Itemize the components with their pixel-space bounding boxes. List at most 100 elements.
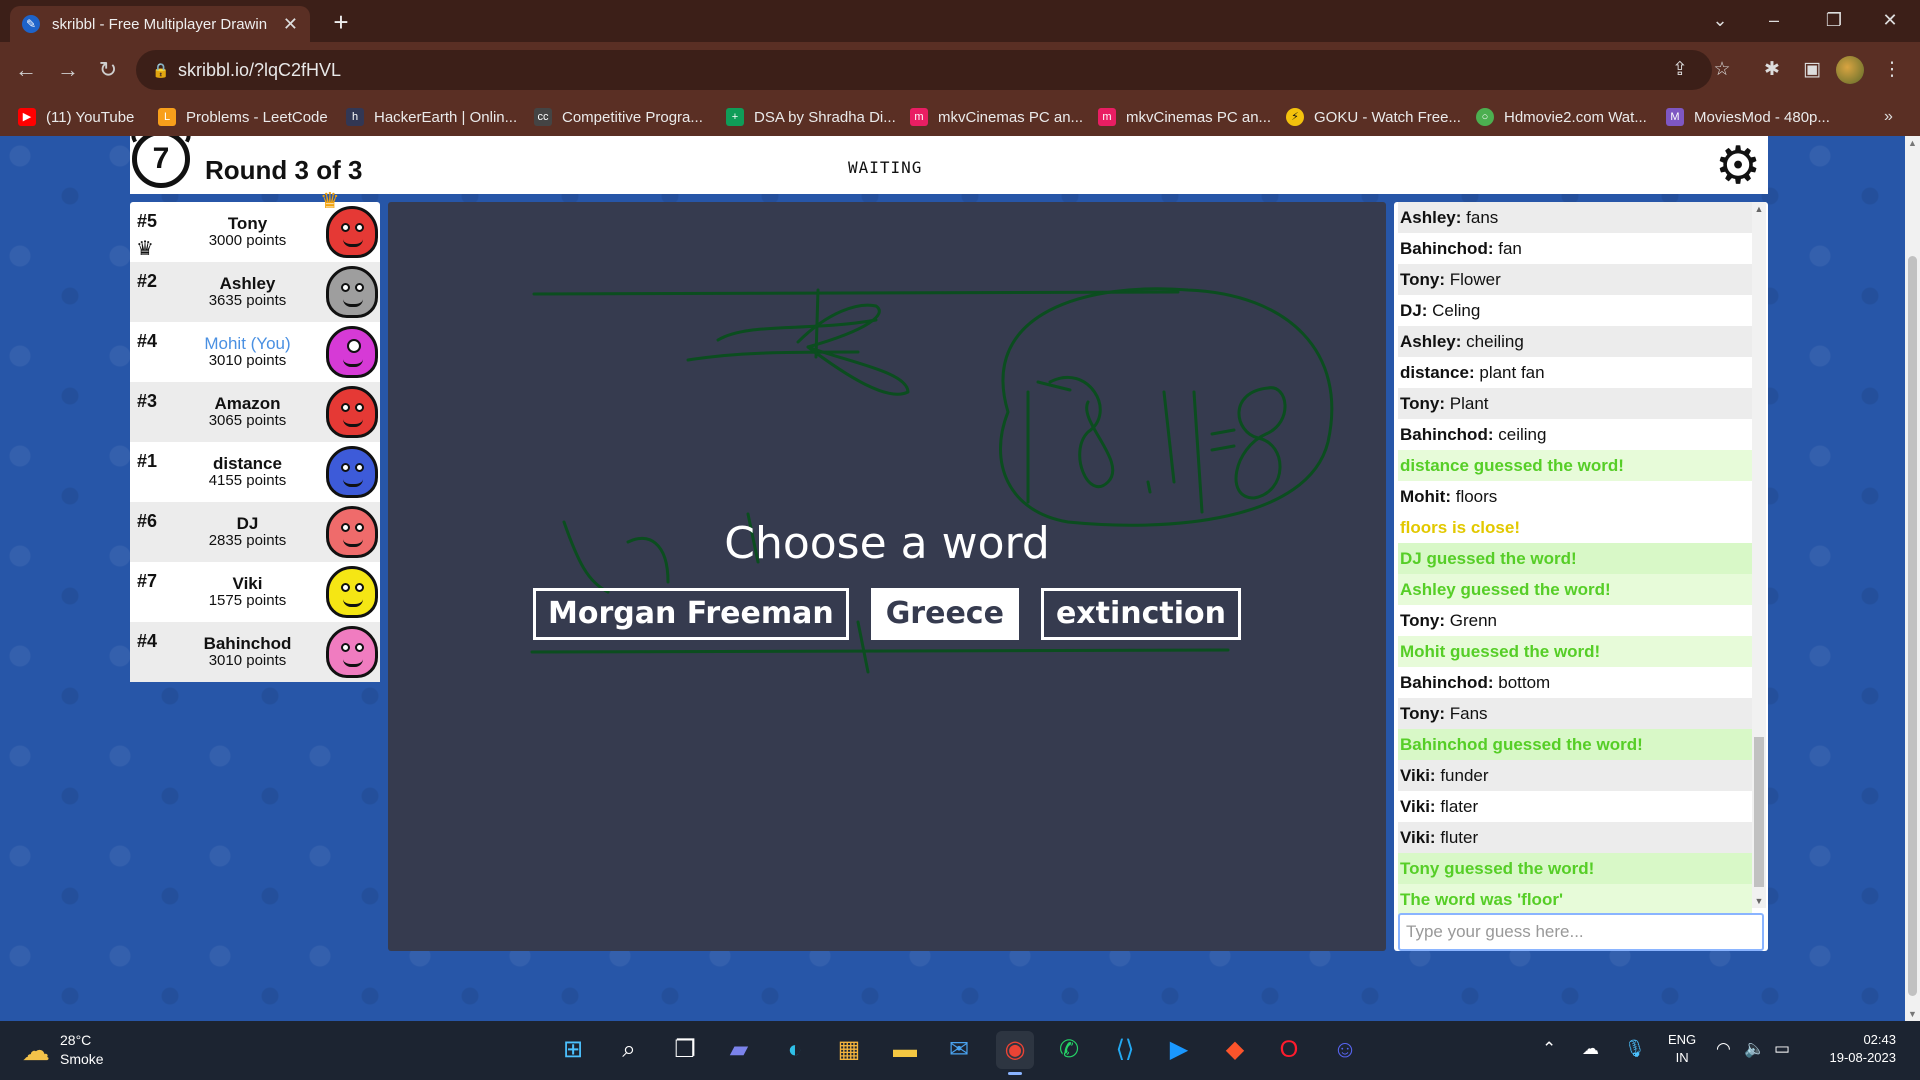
- bookmark-item[interactable]: ○ Hdmovie2.com Wat...: [1476, 98, 1647, 136]
- player-row[interactable]: #4 Mohit (You) 3010 points: [130, 322, 380, 382]
- chat-panel: Ashley: fans Bahinchod: fan Tony: Flower DJ…: [1394, 202, 1768, 951]
- player-row[interactable]: #1 distance 4155 points: [130, 442, 380, 502]
- weather-widget[interactable]: ☁ 28°C Smoke: [22, 1031, 104, 1069]
- page-scroll-thumb[interactable]: [1908, 256, 1917, 996]
- player-name: DJ: [236, 514, 259, 533]
- bookmark-item[interactable]: m mkvCinemas PC an...: [910, 98, 1083, 136]
- discord-icon[interactable]: ☺: [1326, 1031, 1364, 1069]
- forward-button[interactable]: →: [52, 54, 84, 86]
- chat-username: Mohit:: [1400, 487, 1451, 506]
- word-choice-button[interactable]: Greece: [870, 588, 1019, 640]
- goku-icon: ⚡: [1286, 108, 1304, 126]
- bookmark-item[interactable]: h HackerEarth | Onlin...: [346, 98, 517, 136]
- chat-text: Grenn: [1449, 611, 1497, 630]
- teams-icon[interactable]: ▰: [720, 1031, 758, 1069]
- player-row[interactable]: #3 Amazon 3065 points: [130, 382, 380, 442]
- scroll-up-arrow-icon[interactable]: ▲: [1752, 204, 1766, 214]
- player-avatar: [326, 266, 378, 318]
- bookmark-item[interactable]: L Problems - LeetCode: [158, 98, 328, 136]
- whatsapp-icon[interactable]: ✆: [1050, 1031, 1088, 1069]
- search-icon[interactable]: ⌕: [610, 1031, 648, 1069]
- back-button[interactable]: ←: [10, 54, 42, 86]
- page-scroll-up-icon[interactable]: ▲: [1905, 138, 1920, 148]
- player-row[interactable]: #7 Viki 1575 points: [130, 562, 380, 622]
- player-row[interactable]: #5 ♛ Tony 3000 points ♛: [130, 188, 380, 262]
- chat-text: Fans: [1449, 704, 1488, 723]
- battery-icon[interactable]: ▭: [1774, 1039, 1790, 1059]
- store-icon[interactable]: ▦: [830, 1031, 868, 1069]
- prime-video-icon[interactable]: ▶: [1160, 1031, 1198, 1069]
- new-tab-button[interactable]: +: [326, 8, 356, 38]
- player-name: distance: [213, 454, 282, 473]
- wifi-icon[interactable]: ◠: [1716, 1039, 1731, 1059]
- browser-menu-icon[interactable]: ⋮: [1876, 54, 1908, 86]
- bookmark-star-icon[interactable]: ☆: [1706, 54, 1738, 86]
- player-row[interactable]: #6 DJ 2835 points: [130, 502, 380, 562]
- mail-icon[interactable]: ✉: [940, 1031, 978, 1069]
- choose-word-prompt: Choose a word: [724, 518, 1050, 569]
- volume-icon[interactable]: 🔈: [1744, 1039, 1765, 1059]
- more-bookmarks-icon[interactable]: »: [1884, 98, 1893, 136]
- word-choice-button[interactable]: extinction: [1040, 588, 1241, 640]
- share-icon[interactable]: ⇪: [1664, 54, 1696, 86]
- minimize-button[interactable]: –: [1746, 0, 1802, 42]
- microphone-icon[interactable]: 🎙: [1624, 1039, 1646, 1059]
- show-hidden-icons-chevron-icon[interactable]: ⌃: [1542, 1039, 1556, 1059]
- tab-close-icon[interactable]: ✕: [283, 14, 298, 35]
- page-scrollbar[interactable]: ▲ ▼: [1905, 136, 1920, 1021]
- task-view-icon[interactable]: ❐: [666, 1031, 704, 1069]
- vscode-icon[interactable]: ⟨⟩: [1106, 1031, 1144, 1069]
- bookmark-item[interactable]: ▶ (11) YouTube: [18, 98, 134, 136]
- settings-gear-icon[interactable]: ⚙: [1712, 140, 1764, 192]
- bookmark-item[interactable]: m mkvCinemas PC an...: [1098, 98, 1271, 136]
- chat-scrollbar[interactable]: ▲ ▼: [1752, 202, 1766, 908]
- system-clock[interactable]: 02:43 19-08-2023: [1812, 1031, 1897, 1067]
- chat-message: Tony guessed the word!: [1398, 853, 1752, 884]
- brave-icon[interactable]: ◆: [1216, 1031, 1254, 1069]
- bookmark-label: HackerEarth | Onlin...: [374, 108, 518, 126]
- tab-search-chevron-icon[interactable]: ⌄: [1692, 0, 1748, 42]
- close-window-button[interactable]: ✕: [1862, 0, 1918, 42]
- player-name: Viki: [232, 574, 263, 593]
- drawing-canvas[interactable]: Choose a word Morgan Freeman Greece exti…: [388, 202, 1386, 951]
- bookmark-item[interactable]: cc Competitive Progra...: [534, 98, 703, 136]
- page-scroll-down-icon[interactable]: ▼: [1905, 1009, 1920, 1019]
- edge-icon[interactable]: ◐: [776, 1031, 814, 1069]
- player-rank: #4: [137, 331, 158, 351]
- player-row[interactable]: #4 Bahinchod 3010 points: [130, 622, 380, 682]
- bookmark-label: (11) YouTube: [46, 108, 135, 126]
- player-row[interactable]: #2 Ashley 3635 points: [130, 262, 380, 322]
- scroll-down-arrow-icon[interactable]: ▼: [1752, 896, 1766, 906]
- browser-tab[interactable]: ✎ skribbl - Free Multiplayer Drawin ✕: [10, 6, 310, 42]
- word-choice-button[interactable]: Morgan Freeman: [532, 588, 849, 640]
- extensions-icon[interactable]: ✱: [1756, 54, 1788, 86]
- chat-username: Tony:: [1400, 704, 1446, 723]
- chrome-icon[interactable]: ◉: [996, 1031, 1034, 1075]
- player-avatar: [326, 626, 378, 678]
- chat-scroll-thumb[interactable]: [1754, 737, 1764, 887]
- chat-text: Bahinchod guessed the word!: [1400, 735, 1643, 754]
- onedrive-cloud-icon[interactable]: ☁: [1582, 1039, 1599, 1059]
- bookmarks-bar: ▶ (11) YouTube L Problems - LeetCode h Hack…: [0, 98, 1920, 136]
- language-code: ENG: [1668, 1032, 1697, 1047]
- maximize-button[interactable]: ❐: [1806, 0, 1862, 42]
- player-points: 3010 points: [208, 652, 287, 669]
- bookmark-item[interactable]: M MoviesMod - 480p...: [1666, 98, 1830, 136]
- player-rank: #2: [137, 271, 158, 291]
- bookmark-item[interactable]: ⚡ GOKU - Watch Free...: [1286, 98, 1461, 136]
- guess-input[interactable]: [1398, 913, 1764, 951]
- chat-message: Bahinchod guessed the word!: [1398, 729, 1752, 760]
- bookmark-item[interactable]: + DSA by Shradha Di...: [726, 98, 896, 136]
- player-name: Mohit (You): [204, 334, 291, 353]
- profile-avatar[interactable]: [1836, 56, 1864, 84]
- language-indicator[interactable]: ENG IN: [1668, 1031, 1696, 1067]
- address-bar[interactable]: 🔒 skribbl.io/?lqC2fHVL: [136, 50, 1712, 90]
- bookmark-label: Hdmovie2.com Wat...: [1504, 108, 1647, 126]
- player-avatar: [326, 386, 378, 438]
- opera-icon[interactable]: O: [1270, 1031, 1308, 1069]
- windows-start-icon[interactable]: ⊞: [554, 1031, 592, 1069]
- side-panel-icon[interactable]: ▣: [1796, 54, 1828, 86]
- chat-username: Tony:: [1400, 394, 1446, 413]
- reload-button[interactable]: ↻: [92, 54, 124, 86]
- file-explorer-icon[interactable]: ▬: [886, 1031, 924, 1069]
